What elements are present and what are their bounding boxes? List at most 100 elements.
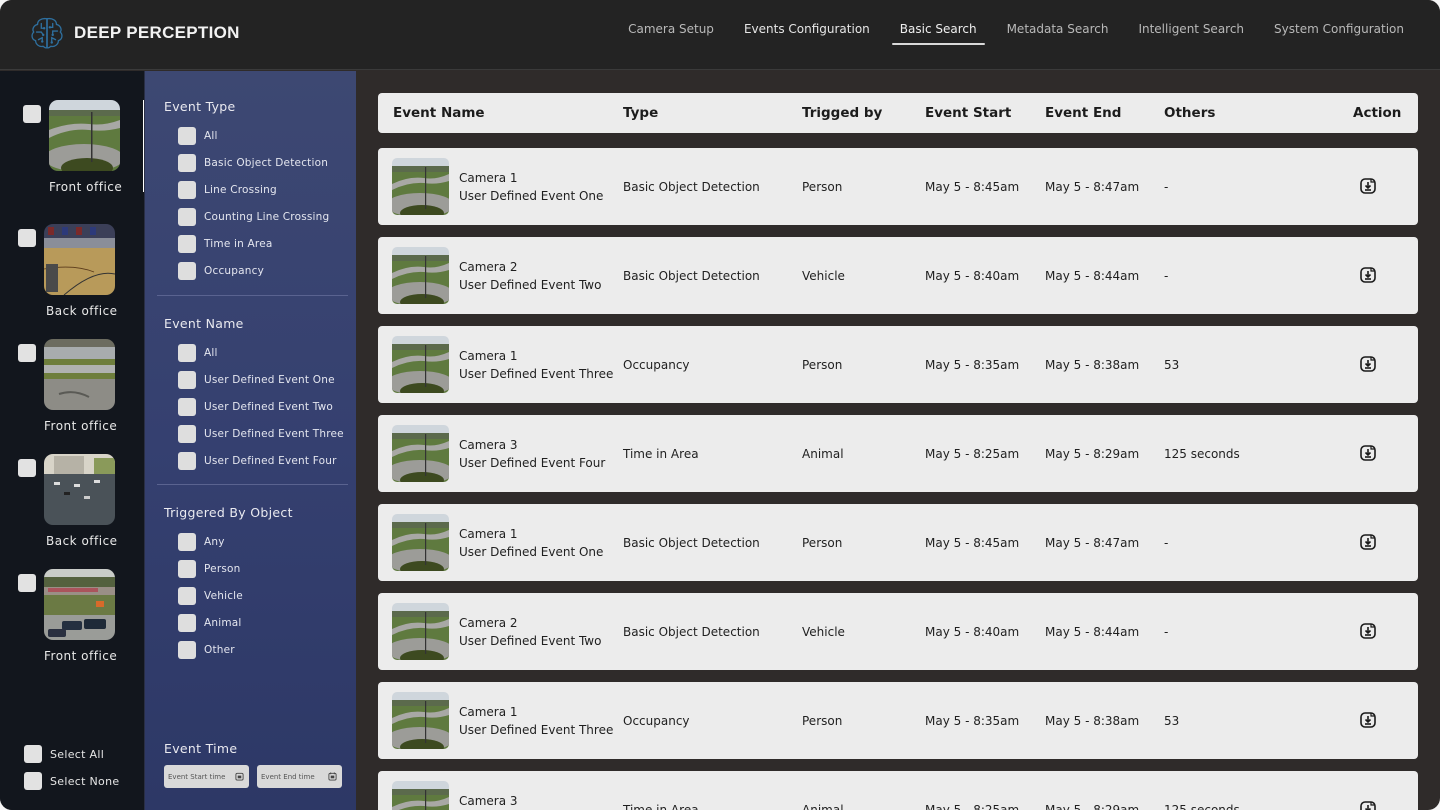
camera-checkbox[interactable] [18,229,36,247]
triggered-by-option[interactable]: Any [178,528,348,555]
camera-label: Back office [46,304,118,318]
nav-metadata-search[interactable]: Metadata Search [1007,22,1109,45]
brand-name: DEEP PERCEPTION [74,23,240,43]
row-event-end: May 5 - 8:47am [1045,180,1139,194]
checkbox[interactable] [178,614,196,632]
event-snapshot[interactable] [392,603,449,660]
checkbox[interactable] [178,154,196,172]
row-event-end: May 5 - 8:38am [1045,358,1139,372]
table-row[interactable]: Camera 3 User Defined Event Four Time in… [378,415,1418,492]
nav-basic-search[interactable]: Basic Search [900,22,977,45]
row-event-end: May 5 - 8:44am [1045,625,1139,639]
camera-thumbnail[interactable] [44,569,115,640]
event-name-option[interactable]: User Defined Event Two [178,393,348,420]
event-end-time-input[interactable]: Event End time [257,765,342,788]
select-none-checkbox[interactable] [24,772,42,790]
download-icon[interactable] [1359,266,1377,284]
camera-checkbox[interactable] [23,105,41,123]
event-snapshot[interactable] [392,514,449,571]
table-row[interactable]: Camera 1 User Defined Event Three Occupa… [378,326,1418,403]
nav-camera-setup[interactable]: Camera Setup [628,22,714,45]
camera-thumbnail[interactable] [44,454,115,525]
event-type-option[interactable]: Line Crossing [178,176,348,203]
triggered-by-option[interactable]: Animal [178,609,348,636]
download-icon[interactable] [1359,533,1377,551]
download-icon[interactable] [1359,800,1377,810]
checkbox[interactable] [178,344,196,362]
table-row[interactable]: Camera 1 User Defined Event Three Occupa… [378,682,1418,759]
table-row[interactable]: Camera 1 User Defined Event One Basic Ob… [378,148,1418,225]
checkbox[interactable] [178,425,196,443]
event-type-option[interactable]: Basic Object Detection [178,149,348,176]
event-type-option[interactable]: Occupancy [178,257,348,284]
table-row[interactable]: Camera 1 User Defined Event One Basic Ob… [378,504,1418,581]
checkbox[interactable] [178,208,196,226]
option-label: Person [204,563,240,575]
column-event-end[interactable]: Event End [1045,105,1121,121]
row-event-start: May 5 - 8:35am [925,714,1019,728]
event-snapshot[interactable] [392,692,449,749]
brand-logo[interactable]: DEEP PERCEPTION [28,14,240,52]
checkbox[interactable] [178,533,196,551]
table-row[interactable]: Camera 2 User Defined Event Two Basic Ob… [378,593,1418,670]
nav-events-configuration[interactable]: Events Configuration [744,22,870,45]
nav-intelligent-search[interactable]: Intelligent Search [1138,22,1244,45]
column-trigged-by[interactable]: Trigged by [802,105,882,121]
table-row[interactable]: Camera 3 User Defined Event Four Time in… [378,771,1418,810]
calendar-icon[interactable] [235,772,244,781]
select-all-checkbox[interactable] [24,745,42,763]
checkbox[interactable] [178,235,196,253]
triggered-by-option[interactable]: Other [178,636,348,663]
camera-label: Front office [44,649,117,663]
checkbox[interactable] [178,398,196,416]
camera-thumbnail[interactable] [49,100,120,171]
event-name-option[interactable]: All [178,339,348,366]
camera-checkbox[interactable] [18,574,36,592]
select-all-option[interactable]: Select All [24,745,104,763]
event-name-option[interactable]: User Defined Event Three [178,420,348,447]
event-type-option[interactable]: Counting Line Crossing [178,203,348,230]
event-snapshot[interactable] [392,781,449,810]
checkbox[interactable] [178,641,196,659]
checkbox[interactable] [178,127,196,145]
event-snapshot-image [392,603,449,660]
table-row[interactable]: Camera 2 User Defined Event Two Basic Ob… [378,237,1418,314]
triggered-by-option[interactable]: Person [178,555,348,582]
event-snapshot[interactable] [392,336,449,393]
checkbox[interactable] [178,371,196,389]
row-others: 53 [1164,714,1179,728]
nav-system-configuration[interactable]: System Configuration [1274,22,1404,45]
checkbox[interactable] [178,560,196,578]
column-type[interactable]: Type [623,105,658,121]
camera-checkbox[interactable] [18,459,36,477]
triggered-by-option[interactable]: Vehicle [178,582,348,609]
column-event-name[interactable]: Event Name [393,105,485,121]
event-name-option[interactable]: User Defined Event Four [178,447,348,474]
download-icon[interactable] [1359,444,1377,462]
event-start-time-input[interactable]: Event Start time [164,765,249,788]
camera-checkbox[interactable] [18,344,36,362]
checkbox[interactable] [178,587,196,605]
download-icon[interactable] [1359,711,1377,729]
event-snapshot[interactable] [392,425,449,482]
download-icon[interactable] [1359,622,1377,640]
column-event-start[interactable]: Event Start [925,105,1011,121]
checkbox[interactable] [178,452,196,470]
event-snapshot[interactable] [392,158,449,215]
select-none-option[interactable]: Select None [24,772,119,790]
checkbox[interactable] [178,262,196,280]
camera-thumbnail[interactable] [44,224,115,295]
download-icon[interactable] [1359,177,1377,195]
calendar-icon[interactable] [328,772,337,781]
checkbox[interactable] [178,181,196,199]
event-snapshot[interactable] [392,247,449,304]
event-snapshot-image [392,425,449,482]
download-icon[interactable] [1359,355,1377,373]
row-event-type: Occupancy [623,714,690,728]
event-type-option[interactable]: Time in Area [178,230,348,257]
event-type-option[interactable]: All [178,122,348,149]
event-name-option[interactable]: User Defined Event One [178,366,348,393]
camera-thumbnail[interactable] [44,339,115,410]
column-others[interactable]: Others [1164,105,1215,121]
row-others: - [1164,625,1168,639]
